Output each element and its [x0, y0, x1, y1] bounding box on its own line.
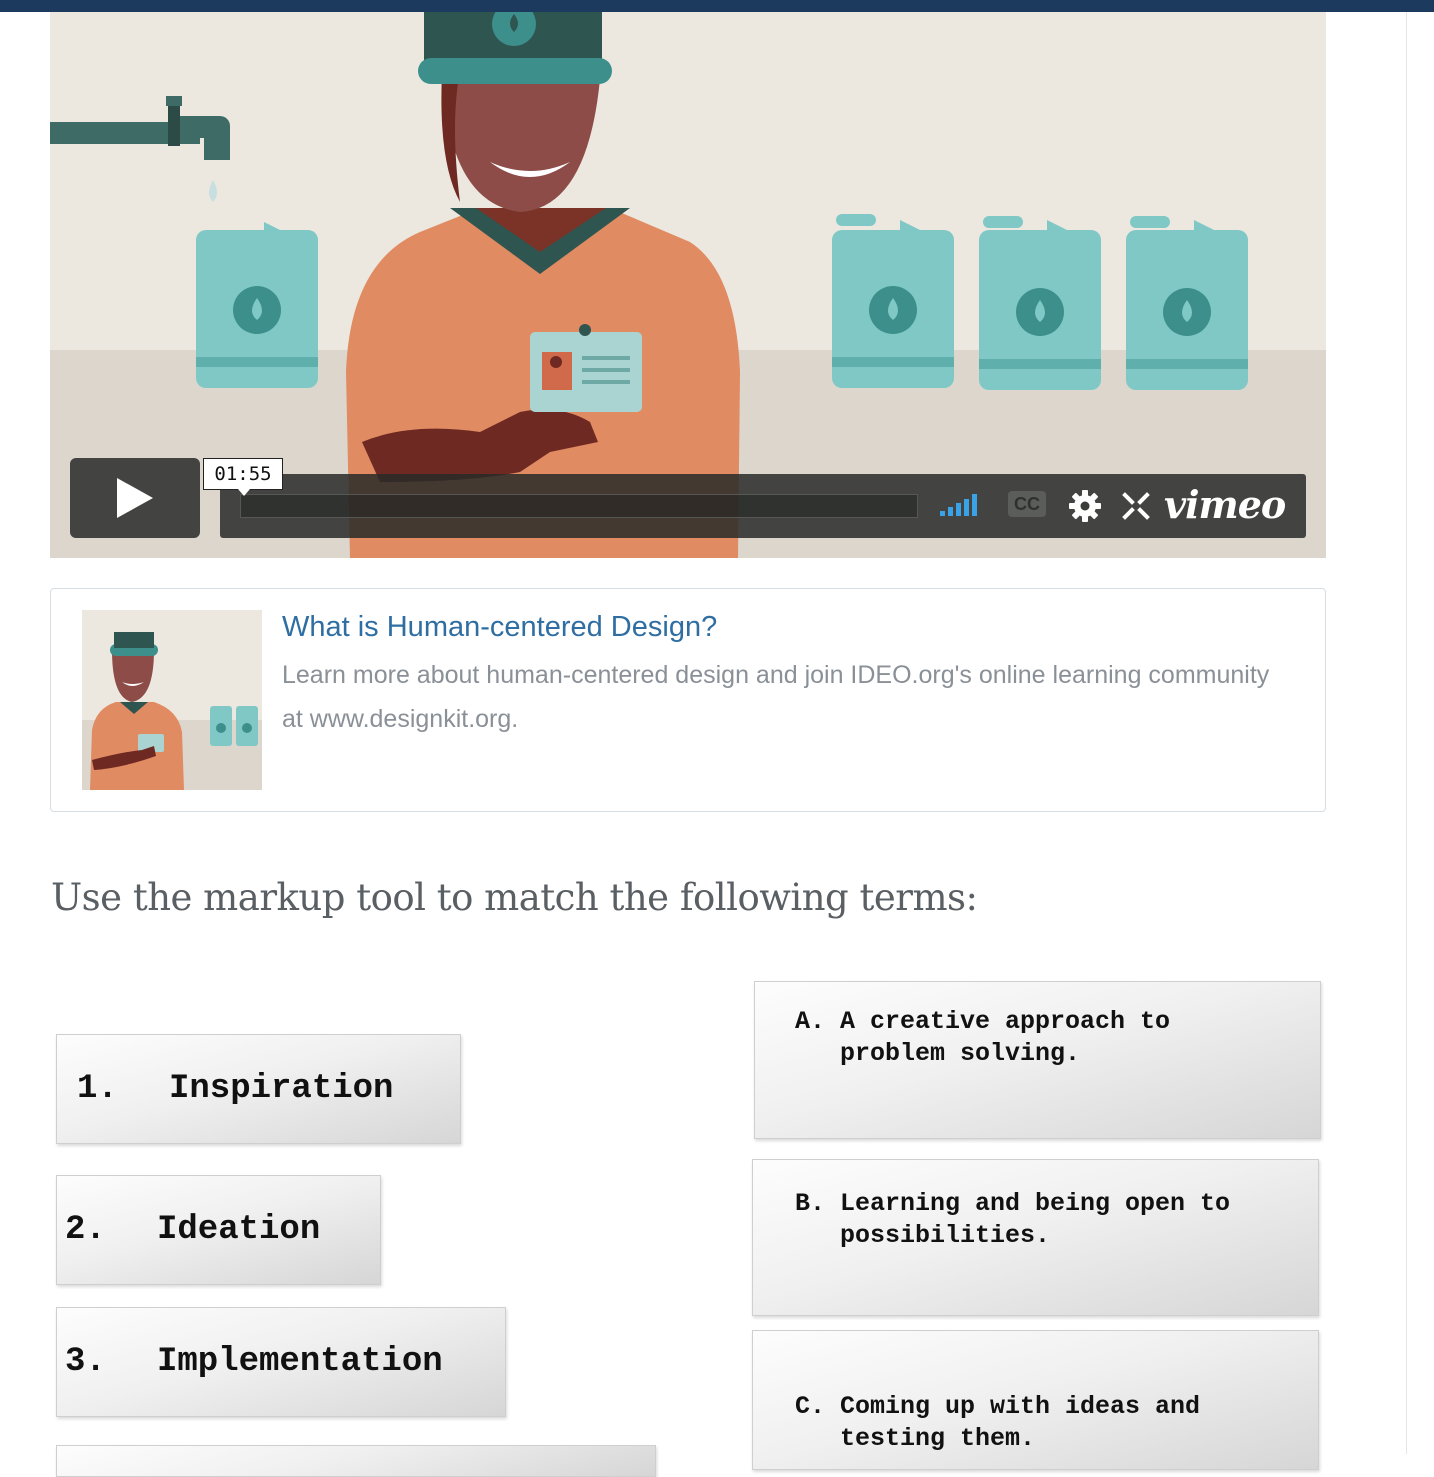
progress-bar[interactable] — [240, 494, 918, 518]
term-box-4-partial[interactable] — [56, 1445, 656, 1477]
definition-letter: A. — [795, 1007, 826, 1036]
term-label: Ideation — [157, 1211, 321, 1249]
page-divider — [1406, 12, 1407, 1454]
definition-box-c[interactable]: C. Coming up with ideas and testing them. — [752, 1330, 1319, 1470]
video-player[interactable]: CC vimeo 01:55 — [50, 12, 1326, 558]
definition-text-line2: problem solving. — [840, 1039, 1081, 1068]
definition-box-b[interactable]: B. Learning and being open to possibiliti… — [752, 1159, 1319, 1316]
term-box-3[interactable]: 3. Implementation — [56, 1307, 506, 1417]
definition-box-a[interactable]: A. A creative approach to problem solving… — [754, 981, 1321, 1139]
term-number: 1. — [77, 1070, 118, 1108]
closed-captions-button[interactable]: CC — [1008, 491, 1046, 517]
video-timestamp: 01:55 — [203, 458, 283, 496]
term-box-2[interactable]: 2. Ideation — [56, 1175, 381, 1285]
video-info-card: What is Human-centered Design? Learn mor… — [50, 588, 1326, 812]
term-number: 2. — [65, 1211, 106, 1249]
term-label: Inspiration — [169, 1070, 394, 1108]
exercise-heading: Use the markup tool to match the followi… — [51, 876, 978, 919]
definition-letter: B. — [795, 1189, 826, 1218]
video-description: Learn more about human-centered design a… — [282, 661, 1270, 733]
top-navigation-bar — [0, 0, 1434, 12]
definition-text-line1: A creative approach to — [840, 1007, 1171, 1036]
definition-text-line2: possibilities. — [840, 1221, 1051, 1250]
vimeo-logo[interactable]: vimeo — [1164, 478, 1286, 532]
definition-text-line1: Coming up with ideas and — [840, 1392, 1201, 1421]
fullscreen-icon[interactable] — [1122, 492, 1150, 520]
video-title-link[interactable]: What is Human-centered Design? — [282, 611, 717, 644]
definition-letter: C. — [795, 1392, 826, 1421]
play-button[interactable] — [70, 458, 200, 538]
definition-text-line1: Learning and being open to — [840, 1189, 1231, 1218]
thumbnail-illustration — [82, 610, 262, 790]
volume-bars-icon[interactable] — [940, 494, 977, 516]
play-icon — [117, 478, 153, 518]
video-control-bar: CC vimeo — [220, 474, 1306, 538]
term-label: Implementation — [157, 1343, 443, 1381]
term-number: 3. — [65, 1343, 106, 1381]
definition-text-line2: testing them. — [840, 1424, 1036, 1453]
gear-icon[interactable] — [1068, 489, 1102, 523]
term-box-1[interactable]: 1. Inspiration — [56, 1034, 461, 1144]
video-thumbnail[interactable] — [82, 610, 262, 790]
